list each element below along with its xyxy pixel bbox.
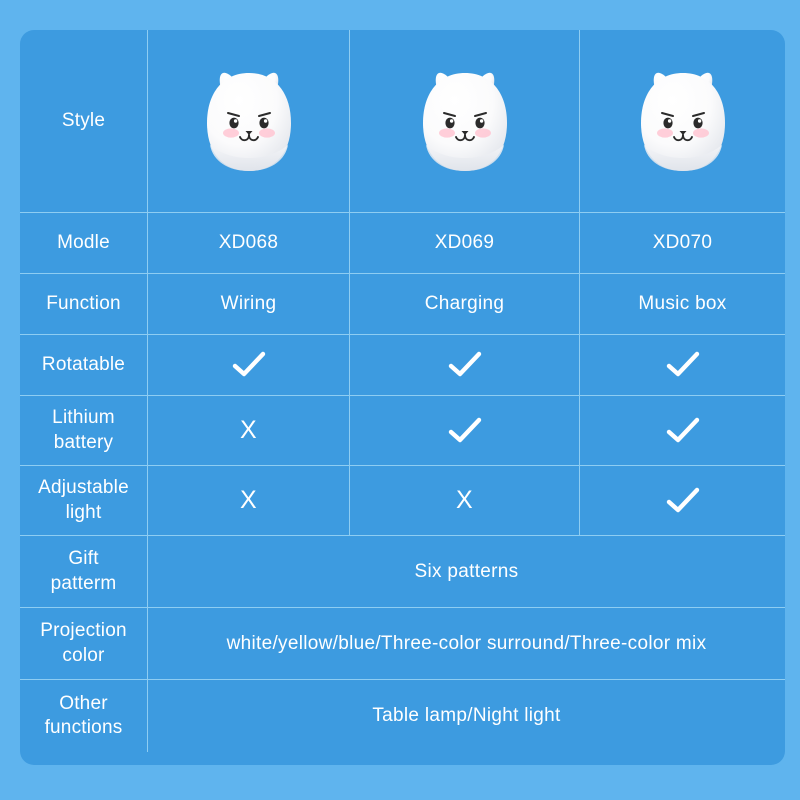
- table-row-lithium-battery: Lithium battery X: [20, 396, 785, 466]
- table-row-projection-color: Projection color white/yellow/blue/Three…: [20, 608, 785, 680]
- check-icon: [448, 351, 482, 379]
- table-row-gift-patterm: Gift patterm Six patterns: [20, 536, 785, 608]
- check-icon: [448, 417, 482, 445]
- table-row-other-functions: Other functions Table lamp/Night light: [20, 680, 785, 752]
- row-label-line2: color: [62, 644, 105, 666]
- row-label-line2: battery: [53, 431, 114, 453]
- row-label-line2: functions: [44, 717, 123, 738]
- check-icon: [232, 351, 266, 379]
- row-label-line1: Projection: [40, 620, 127, 642]
- product-image-cell-xd068: [148, 30, 350, 212]
- product-image-cell-xd070: [580, 30, 785, 212]
- check-icon: [666, 417, 700, 445]
- x-icon: X: [240, 486, 257, 514]
- cell-modle-xd068: XD068: [148, 213, 350, 273]
- product-image-cell-xd069: [350, 30, 580, 212]
- row-label-line1: Adjustable: [38, 477, 129, 499]
- row-label-line1: Other: [59, 692, 108, 714]
- table-row-adjustable-light: Adjustable light X X: [20, 466, 785, 536]
- cell-lithium-xd070: [580, 396, 785, 465]
- cell-rotatable-xd068: [148, 335, 350, 395]
- table-row-function: Function Wiring Charging Music box: [20, 274, 785, 335]
- check-icon: [666, 487, 700, 515]
- cat-lamp-icon: [640, 72, 725, 171]
- cell-lithium-xd068: X: [148, 396, 350, 465]
- spec-comparison-table: Style Modle XD068 XD069 XD070 Function W…: [20, 30, 785, 765]
- cell-adjustable-xd068: X: [148, 466, 350, 535]
- table-row-modle: Modle XD068 XD069 XD070: [20, 213, 785, 274]
- row-label-style: Style: [20, 30, 148, 212]
- row-label-adjustable-light: Adjustable light: [20, 466, 148, 535]
- cell-gift-patterm-value: Six patterns: [414, 560, 519, 582]
- cell-function-xd068: Wiring: [148, 274, 350, 334]
- row-label-modle: Modle: [20, 213, 148, 273]
- cell-rotatable-xd069: [350, 335, 580, 395]
- cell-adjustable-xd069: X: [350, 466, 580, 535]
- cell-lithium-xd069: [350, 396, 580, 465]
- row-label-function: Function: [20, 274, 148, 334]
- x-icon: X: [456, 486, 473, 514]
- cat-lamp-icon: [422, 72, 507, 171]
- table-row-rotatable: Rotatable: [20, 335, 785, 396]
- row-label-line1: Lithium: [52, 407, 115, 429]
- cell-function-xd069: Charging: [350, 274, 580, 334]
- row-label-other-functions: Other functions: [20, 680, 148, 752]
- row-label-line2: light: [65, 501, 102, 523]
- cell-function-xd070: Music box: [638, 293, 727, 314]
- cell-modle-xd070: XD070: [652, 232, 713, 253]
- cell-rotatable-xd070: [580, 335, 785, 395]
- cell-other-functions-value: Table lamp/Night light: [372, 705, 561, 726]
- cat-lamp-icon: [206, 72, 291, 171]
- row-label-line1: Gift: [68, 548, 99, 570]
- cell-modle-xd069: XD069: [350, 213, 580, 273]
- row-label-lithium-battery: Lithium battery: [20, 396, 148, 465]
- row-label-line2: patterm: [50, 572, 117, 594]
- row-label-rotatable: Rotatable: [20, 335, 148, 395]
- x-icon: X: [240, 416, 257, 444]
- row-label-projection-color: Projection color: [20, 608, 148, 679]
- cell-projection-color-value: white/yellow/blue/Three-color surround/T…: [226, 632, 707, 654]
- table-row-style: Style: [20, 30, 785, 213]
- row-label-gift-patterm: Gift patterm: [20, 536, 148, 607]
- cell-adjustable-xd070: [580, 466, 785, 535]
- check-icon: [666, 351, 700, 379]
